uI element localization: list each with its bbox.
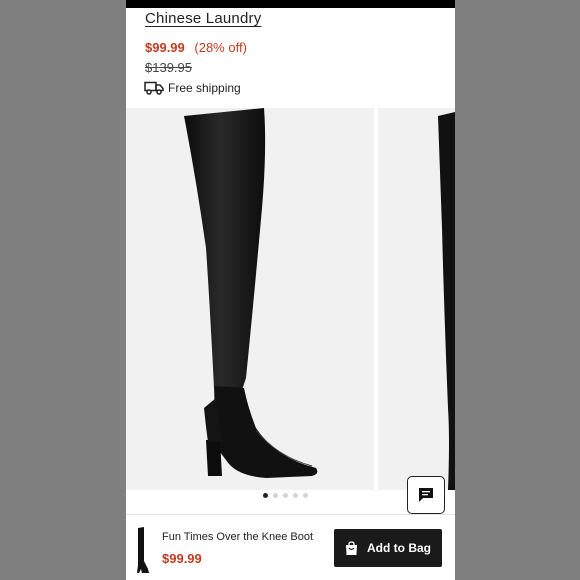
product-image-next[interactable] [378, 108, 455, 490]
top-bar [126, 0, 455, 8]
carousel-dots[interactable] [263, 493, 308, 498]
carousel-dot[interactable] [293, 493, 298, 498]
shopping-bag-icon [346, 540, 357, 555]
sale-price: $99.99 [145, 40, 185, 55]
chat-button[interactable] [407, 476, 445, 514]
sticky-cart-bar: Fun Times Over the Knee Boot $99.99 Add … [126, 514, 455, 580]
add-to-bag-label: Add to Bag [367, 541, 431, 555]
brand-link[interactable]: Chinese Laundry [145, 10, 261, 27]
carousel-dot[interactable] [263, 493, 268, 498]
carousel-dot[interactable] [283, 493, 288, 498]
product-thumbnail [137, 527, 149, 573]
boot-image-partial [438, 112, 455, 490]
chat-icon [419, 488, 433, 502]
truck-icon [144, 81, 164, 95]
price-row: $99.99 (28% off) [145, 40, 247, 55]
carousel-dot[interactable] [273, 493, 278, 498]
shipping-info: Free shipping [144, 81, 241, 95]
add-to-bag-button[interactable]: Add to Bag [334, 529, 442, 567]
carousel-dot[interactable] [303, 493, 308, 498]
shipping-label: Free shipping [168, 81, 241, 95]
original-price: $139.95 [145, 60, 192, 75]
bottom-product-price: $99.99 [162, 551, 202, 566]
bottom-product-title: Fun Times Over the Knee Boot [162, 531, 314, 543]
discount-label: (28% off) [194, 40, 247, 55]
boot-image [184, 108, 318, 478]
product-image-main[interactable] [126, 108, 374, 490]
image-gallery[interactable] [126, 108, 455, 508]
product-page: Chinese Laundry $99.99 (28% off) $139.95… [126, 0, 455, 580]
